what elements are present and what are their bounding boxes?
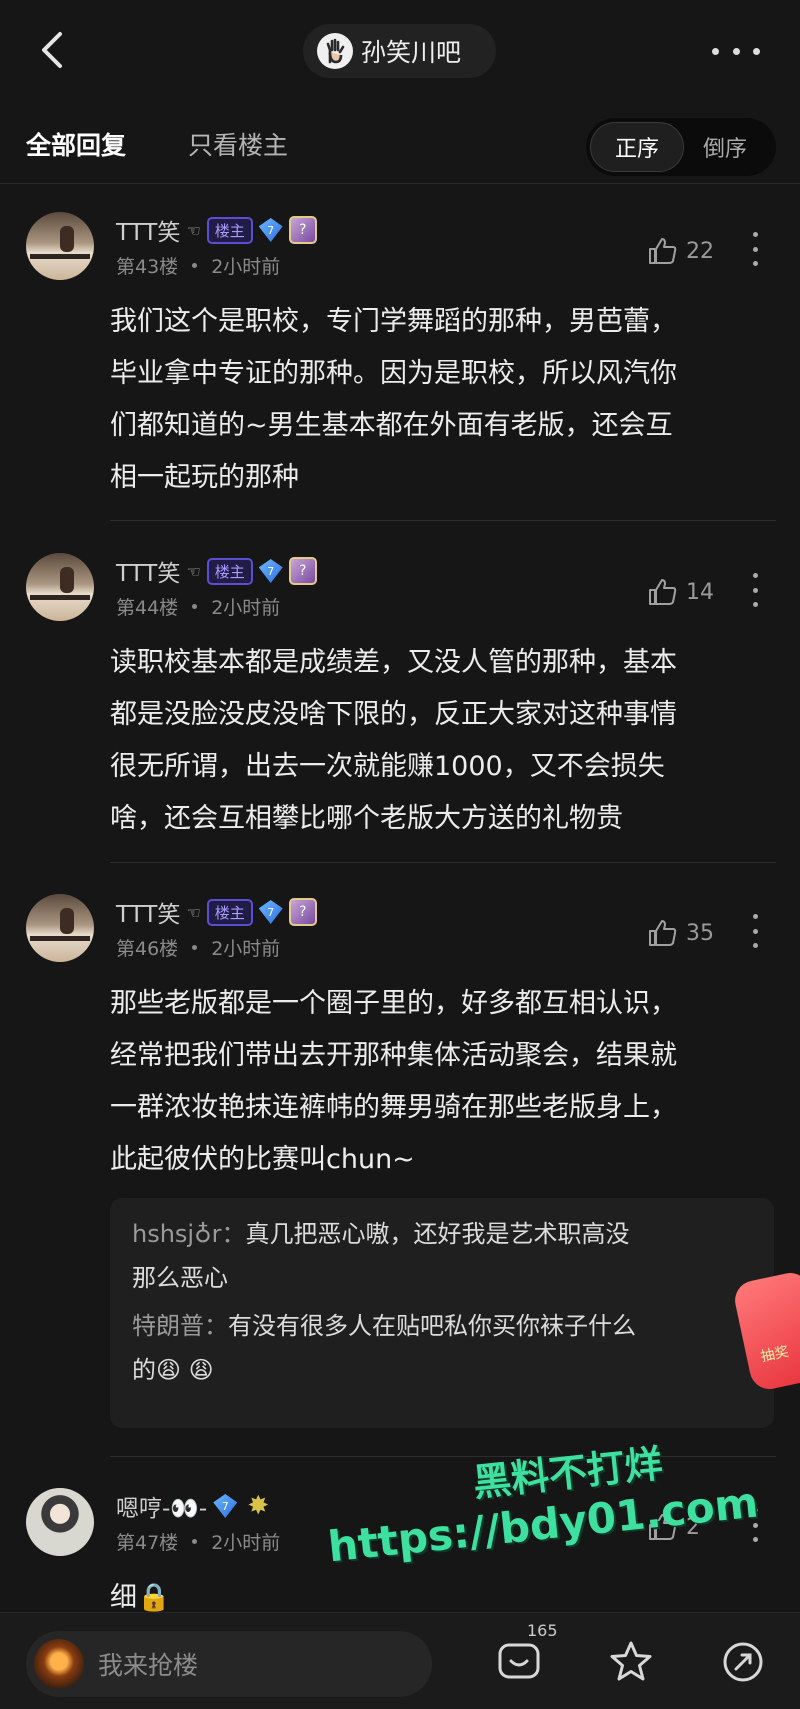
post-more-icon[interactable]: [752, 232, 758, 266]
post-content: 我们这个是职校，专门学舞蹈的那种，男芭蕾， 毕业拿中专证的那种。因为是职校，所以…: [110, 296, 770, 504]
pointing-hand-icon: ☜: [186, 561, 201, 581]
content-line: 都是没脸没皮没啥下限的，反正大家对这种事情: [110, 699, 677, 730]
content-line: 们都知道的~男生基本都在外面有老版，还会互: [110, 410, 673, 441]
post-more-icon[interactable]: [752, 573, 758, 607]
post-time: 2小时前: [211, 938, 281, 960]
post-content: 读职校基本都是成绩差，又没人管的那种，基本 都是没脸没皮没啥下限的，反正大家对这…: [110, 637, 770, 845]
host-badge: 楼主: [206, 898, 253, 926]
star-icon[interactable]: [608, 1639, 654, 1685]
content-line: 毕业拿中专证的那种。因为是职校，所以风汽你: [110, 358, 677, 389]
medal-icon: ?: [288, 898, 317, 926]
post-item: TTT笑 ☜ 楼主 7 ? 第44楼 2小时前 14 读职校基本都是成绩差，又没…: [0, 553, 800, 863]
sub-reply-user[interactable]: hshsj♁r：: [132, 1220, 246, 1248]
avatar[interactable]: [26, 553, 94, 621]
username[interactable]: 嗯哼-👀-: [116, 1489, 207, 1523]
medal-icon: ?: [288, 216, 317, 244]
level-gem-icon: 7: [258, 218, 283, 242]
avatar[interactable]: [26, 894, 94, 962]
floor-number: 第44楼: [116, 597, 179, 619]
comment-count: 165: [527, 1621, 558, 1640]
sort-ascending-button[interactable]: 正序: [590, 122, 684, 172]
username[interactable]: TTT笑: [116, 895, 180, 929]
post-time: 2小时前: [211, 1532, 281, 1554]
content-line: 啥，还会互相攀比哪个老版大方送的礼物贵: [110, 803, 623, 834]
sub-reply-text: 那么恶心: [132, 1264, 228, 1292]
tab-only-host[interactable]: 只看楼主: [188, 126, 288, 162]
like-button[interactable]: 14: [646, 575, 714, 609]
share-icon[interactable]: [720, 1639, 766, 1685]
floor-number: 第43楼: [116, 256, 179, 278]
username[interactable]: TTT笑: [116, 213, 180, 247]
like-count: 35: [686, 920, 714, 946]
level-gem-icon: 7: [258, 900, 283, 924]
reply-input[interactable]: 我来抢楼: [26, 1631, 432, 1697]
avatar[interactable]: [26, 212, 94, 280]
like-button[interactable]: 22: [646, 234, 714, 268]
divider: [110, 862, 776, 863]
star-medal-icon: ✸: [247, 1491, 270, 1521]
pointing-hand-icon: ☜: [186, 220, 201, 240]
content-line: 那些老版都是一个圈子里的，好多都互相认识，: [110, 988, 677, 1019]
thumbs-up-icon: [649, 238, 677, 264]
sort-descending-button[interactable]: 倒序: [678, 122, 772, 172]
medal-icon: ?: [288, 557, 317, 585]
back-arrow-icon[interactable]: [34, 28, 74, 72]
post-content: 那些老版都是一个圈子里的，好多都互相认识， 经常把我们带出去开那种集体活动聚会，…: [110, 978, 770, 1186]
like-count: 22: [686, 238, 714, 264]
content-line: 很无所谓，出去一次就能赚1000，又不会损失: [110, 751, 665, 782]
bottom-bar: 我来抢楼 165: [0, 1612, 800, 1709]
username[interactable]: TTT笑: [116, 554, 180, 588]
post-item: TTT笑 ☜ 楼主 7 ? 第43楼 2小时前 22 我们这个是职校，专门学舞蹈…: [0, 212, 800, 522]
host-badge: 楼主: [206, 557, 253, 585]
floor-number: 第47楼: [116, 1532, 179, 1554]
sub-reply-text: 有没有很多人在贴吧私你买你袜子什么: [228, 1312, 636, 1340]
like-count: 14: [686, 579, 714, 605]
sort-order-toggle: 正序 倒序: [586, 118, 776, 176]
post-time: 2小时前: [211, 256, 281, 278]
comment-icon[interactable]: [496, 1639, 542, 1685]
sub-replies-box[interactable]: hshsj♁r：真几把恶心嗷，还好我是艺术职高没 那么恶心 特朗普：有没有很多人…: [110, 1198, 774, 1428]
divider: [110, 520, 776, 521]
forum-name: 孙笑川吧: [361, 38, 462, 67]
content-line: 一群浓妆艳抹连裤帏的舞男骑在那些老版身上，: [110, 1092, 677, 1123]
forum-hand-icon: [317, 33, 353, 69]
content-line: 相一起玩的那种: [110, 462, 299, 493]
sub-reply-text: 真几把恶心嗷，还好我是艺术职高没: [245, 1220, 630, 1248]
more-menu-icon[interactable]: [712, 34, 760, 68]
content-line: 读职校基本都是成绩差，又没人管的那种，基本: [110, 647, 677, 678]
pointing-hand-icon: ☜: [186, 902, 201, 922]
like-button[interactable]: 35: [646, 916, 714, 950]
reply-filter-tabs: 全部回复 只看楼主 正序 倒序: [0, 104, 800, 184]
tab-all-replies[interactable]: 全部回复: [26, 126, 126, 162]
content-line: 此起彼伏的比赛叫chun~: [110, 1144, 415, 1175]
floor-number: 第46楼: [116, 938, 179, 960]
avatar[interactable]: [26, 1488, 94, 1556]
sub-reply-text: 的😩 😩: [132, 1356, 214, 1384]
top-bar: 孙笑川吧: [0, 0, 800, 104]
level-gem-icon: 7: [213, 1494, 238, 1518]
thumbs-up-icon: [649, 920, 677, 946]
level-gem-icon: 7: [258, 559, 283, 583]
content-line: 经常把我们带出去开那种集体活动聚会，结果就: [110, 1040, 677, 1071]
my-avatar: [34, 1639, 84, 1689]
post-time: 2小时前: [211, 597, 281, 619]
sub-reply-user[interactable]: 特朗普：: [132, 1312, 228, 1340]
sub-reply: hshsj♁r：真几把恶心嗷，还好我是艺术职高没 那么恶心: [132, 1212, 752, 1300]
content-line: 我们这个是职校，专门学舞蹈的那种，男芭蕾，: [110, 306, 677, 337]
sub-reply: 特朗普：有没有很多人在贴吧私你买你袜子什么 的😩 😩: [132, 1304, 752, 1392]
post-more-icon[interactable]: [752, 914, 758, 948]
thumbs-up-icon: [649, 579, 677, 605]
forum-title-pill[interactable]: 孙笑川吧: [303, 24, 496, 78]
host-badge: 楼主: [206, 216, 253, 244]
lottery-label: 抽奖: [759, 1343, 791, 1366]
reply-placeholder: 我来抢楼: [98, 1651, 199, 1680]
